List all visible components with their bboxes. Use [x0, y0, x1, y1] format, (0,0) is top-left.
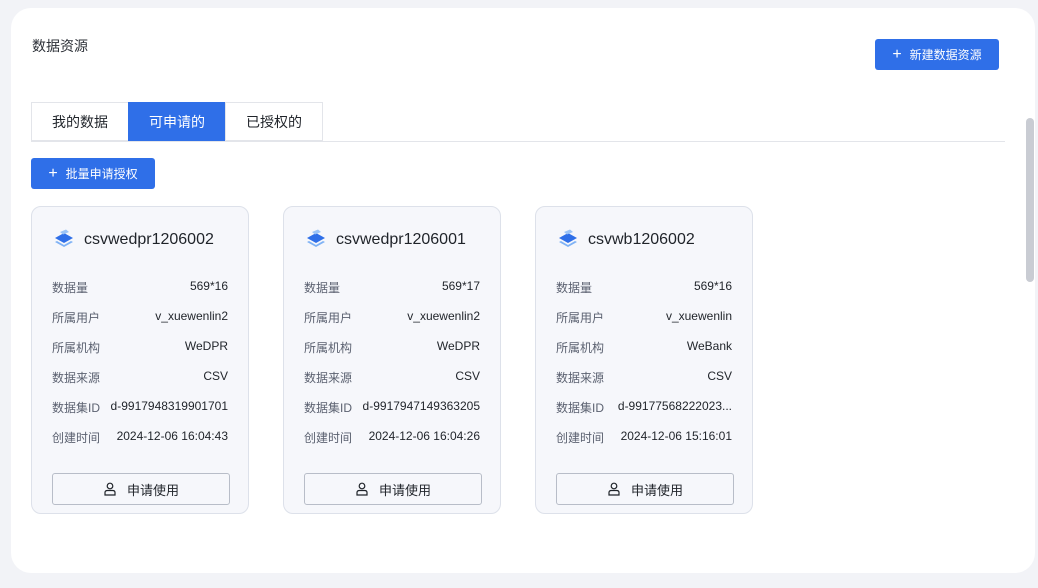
- label-dataset-id: 数据集ID: [556, 401, 605, 415]
- label-volume: 数据量: [556, 281, 593, 295]
- row-created: 创建时间 2024-12-06 16:04:26: [304, 429, 480, 446]
- user-icon: [356, 482, 368, 496]
- user-icon: [104, 482, 116, 496]
- value-volume: 569*16: [189, 279, 228, 293]
- dataset-card: csvwedpr1206001 数据量 569*17 所属用户 v_xuewenli…: [283, 206, 501, 514]
- card-header: csvwedpr1206002: [52, 229, 214, 251]
- card-title: csvwedpr1206001: [336, 231, 466, 248]
- label-volume: 数据量: [52, 281, 89, 295]
- new-data-resource-label: 新建数据资源: [909, 48, 982, 62]
- value-dataset-id: d-9917947149363205: [362, 399, 480, 413]
- row-owner: 所属用户 v_xuewenlin2: [52, 309, 228, 326]
- label-source: 数据来源: [304, 371, 353, 385]
- tab-applicable[interactable]: 可申请的: [128, 102, 226, 141]
- row-volume: 数据量 569*16: [52, 279, 228, 296]
- row-org: 所属机构 WeDPR: [52, 339, 228, 356]
- row-source: 数据来源 CSV: [52, 369, 228, 386]
- label-created: 创建时间: [556, 431, 605, 445]
- label-owner: 所属用户: [556, 311, 605, 325]
- page-title: 数据资源: [32, 38, 88, 54]
- dataset-layers-icon: [559, 229, 577, 247]
- label-volume: 数据量: [304, 281, 341, 295]
- label-dataset-id: 数据集ID: [304, 401, 353, 415]
- main-panel: 数据资源 + 新建数据资源 我的数据 可申请的 已授权的 + 批量申请授权 cs…: [11, 8, 1035, 573]
- value-volume: 569*16: [693, 279, 732, 293]
- row-dataset-id: 数据集ID d-9917948319901701: [52, 399, 228, 416]
- dataset-layers-icon: [55, 229, 73, 247]
- label-org: 所属机构: [556, 341, 605, 355]
- apply-use-label: 申请使用: [630, 482, 683, 498]
- tab-authorized[interactable]: 已授权的: [225, 102, 323, 141]
- label-dataset-id: 数据集ID: [52, 401, 101, 415]
- label-org: 所属机构: [304, 341, 353, 355]
- apply-use-button[interactable]: 申请使用: [52, 473, 230, 505]
- row-created: 创建时间 2024-12-06 15:16:01: [556, 429, 732, 446]
- label-org: 所属机构: [52, 341, 101, 355]
- batch-apply-label: 批量申请授权: [65, 167, 138, 181]
- plus-icon: +: [892, 45, 902, 63]
- card-title: csvwb1206002: [588, 231, 695, 248]
- label-source: 数据来源: [556, 371, 605, 385]
- value-owner: v_xuewenlin: [665, 309, 732, 323]
- value-source: CSV: [203, 369, 228, 383]
- card-header: csvwb1206002: [556, 229, 695, 251]
- row-org: 所属机构 WeDPR: [304, 339, 480, 356]
- row-source: 数据来源 CSV: [304, 369, 480, 386]
- row-volume: 数据量 569*16: [556, 279, 732, 296]
- label-created: 创建时间: [52, 431, 101, 445]
- row-created: 创建时间 2024-12-06 16:04:43: [52, 429, 228, 446]
- value-volume: 569*17: [441, 279, 480, 293]
- row-source: 数据来源 CSV: [556, 369, 732, 386]
- new-data-resource-button[interactable]: + 新建数据资源: [875, 39, 999, 70]
- row-dataset-id: 数据集ID d-9917947149363205: [304, 399, 480, 416]
- batch-apply-button[interactable]: + 批量申请授权: [31, 158, 155, 189]
- card-title: csvwedpr1206002: [84, 231, 214, 248]
- label-owner: 所属用户: [52, 311, 101, 325]
- tab-my-data[interactable]: 我的数据: [31, 102, 129, 141]
- value-source: CSV: [455, 369, 480, 383]
- apply-use-button[interactable]: 申请使用: [304, 473, 482, 505]
- dataset-card: csvwedpr1206002 数据量 569*16 所属用户 v_xuewenli…: [31, 206, 249, 514]
- row-volume: 数据量 569*17: [304, 279, 480, 296]
- tab-bar: 我的数据 可申请的 已授权的: [31, 102, 323, 141]
- row-dataset-id: 数据集ID d-99177568222023...: [556, 399, 732, 416]
- value-created: 2024-12-06 16:04:43: [116, 429, 228, 443]
- tab-divider: [31, 141, 1005, 142]
- label-source: 数据来源: [52, 371, 101, 385]
- dataset-layers-icon: [307, 229, 325, 247]
- value-dataset-id: d-9917948319901701: [110, 399, 228, 413]
- row-owner: 所属用户 v_xuewenlin: [556, 309, 732, 326]
- value-created: 2024-12-06 16:04:26: [368, 429, 480, 443]
- value-source: CSV: [707, 369, 732, 383]
- row-org: 所属机构 WeBank: [556, 339, 732, 356]
- card-header: csvwedpr1206001: [304, 229, 466, 251]
- plus-icon: +: [48, 164, 58, 182]
- value-org: WeBank: [686, 339, 732, 353]
- row-owner: 所属用户 v_xuewenlin2: [304, 309, 480, 326]
- user-icon: [608, 482, 620, 496]
- value-owner: v_xuewenlin2: [407, 309, 480, 323]
- dataset-card: csvwb1206002 数据量 569*16 所属用户 v_xuewenlin 所…: [535, 206, 753, 514]
- value-org: WeDPR: [436, 339, 480, 353]
- value-org: WeDPR: [184, 339, 228, 353]
- apply-use-button[interactable]: 申请使用: [556, 473, 734, 505]
- value-created: 2024-12-06 15:16:01: [620, 429, 732, 443]
- apply-use-label: 申请使用: [378, 482, 431, 498]
- apply-use-label: 申请使用: [126, 482, 179, 498]
- vertical-scrollbar[interactable]: [1026, 118, 1034, 282]
- label-created: 创建时间: [304, 431, 353, 445]
- value-dataset-id: d-99177568222023...: [617, 399, 732, 413]
- value-owner: v_xuewenlin2: [155, 309, 228, 323]
- label-owner: 所属用户: [304, 311, 353, 325]
